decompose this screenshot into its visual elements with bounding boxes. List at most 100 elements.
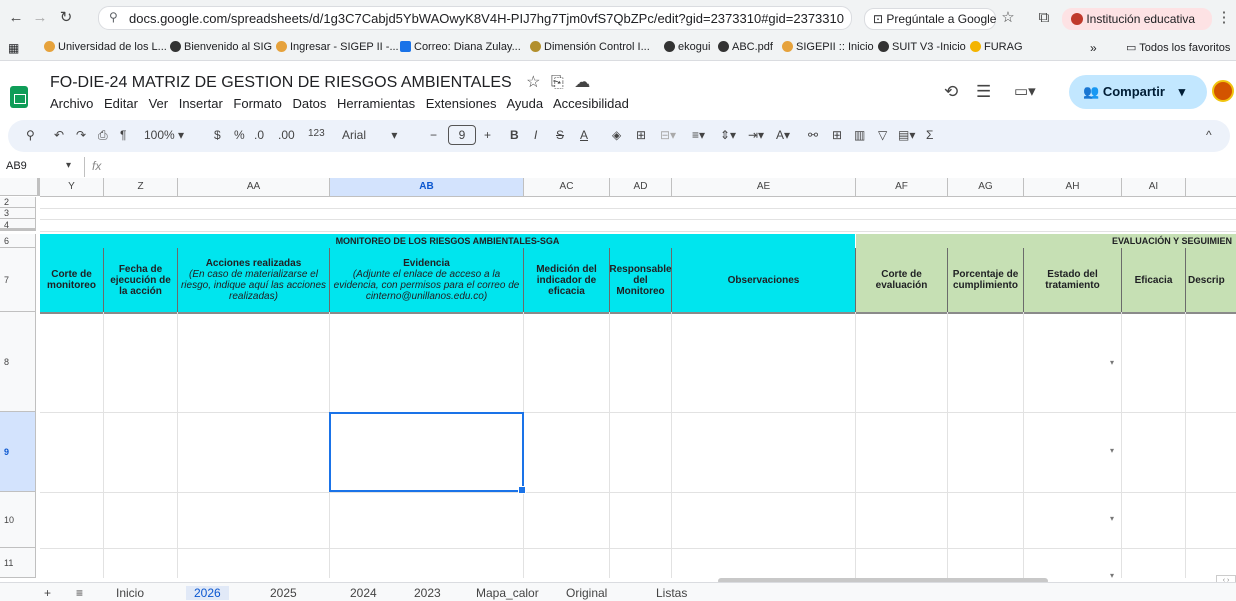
back-icon[interactable]: ← [6,8,26,28]
sheets-logo-icon[interactable] [10,86,28,108]
header-evidencia[interactable]: Evidencia (Adjunte el enlace de acceso a… [330,248,524,312]
column-header[interactable]: AG [948,178,1024,197]
bookmark-item[interactable]: FURAG [970,41,1023,53]
menu-formato[interactable]: Formato [233,96,281,111]
row-header[interactable]: 10 [0,492,36,548]
name-box[interactable]: AB9 [6,160,27,172]
menu-editar[interactable]: Editar [104,96,138,111]
profile-chip[interactable]: Institución educativa [1062,8,1212,30]
search-icon[interactable]: ⚲ [26,128,35,142]
bookmark-item[interactable]: ekogui [664,41,710,53]
bookmark-item[interactable]: Universidad de los L... [44,41,167,53]
menu-accesibilidad[interactable]: Accesibilidad [553,96,629,111]
sheet-tab[interactable]: Listas [656,586,687,600]
site-info-icon[interactable]: ⚲ [109,10,118,24]
header-fecha-ejecucion[interactable]: Fecha de ejecución de la acción [104,248,178,312]
column-header[interactable]: AD [610,178,672,197]
name-box-dropdown-icon[interactable]: ▾ [66,160,71,171]
increase-decimals-button[interactable]: .00 [278,128,295,142]
zoom-select[interactable]: 100% ▾ [144,128,184,142]
sheet-tab[interactable]: 2024 [350,586,377,600]
number-format-button[interactable]: 123 [308,128,325,139]
row-header[interactable]: 6 [0,234,36,248]
extensions-icon[interactable]: ⧉ [1034,8,1054,28]
row-header-selected[interactable]: 9 [0,412,36,492]
column-header[interactable]: AI [1122,178,1186,197]
more-bookmarks-icon[interactable]: » [1090,41,1097,55]
spreadsheet-grid[interactable]: Y Z AA AB AC AD AE AF AG AH AI 2 3 4 6 7… [0,178,1236,578]
column-header[interactable]: AC [524,178,610,197]
currency-format-button[interactable]: $ [214,128,221,142]
comments-icon[interactable]: ☰ [976,82,991,102]
text-wrap-icon[interactable]: ⇥▾ [748,128,764,142]
all-bookmarks-folder[interactable]: ▭ Todos los favoritos [1126,41,1230,54]
bookmark-item[interactable]: Bienvenido al SIG [170,41,272,53]
filter-views-icon[interactable]: ▤▾ [898,128,915,142]
text-rotation-icon[interactable]: A▾ [776,128,790,142]
ask-google-button[interactable]: ⊡ Pregúntale a Google [864,8,996,30]
menu-archivo[interactable]: Archivo [50,96,93,111]
row-header[interactable]: 11 [0,548,36,578]
fill-color-icon[interactable]: ◈ [612,128,621,142]
column-header-selected[interactable]: AB [330,178,524,197]
column-header[interactable]: Z [104,178,178,197]
bookmark-item[interactable]: ABC.pdf [718,41,773,53]
bookmark-item[interactable]: SUIT V3 -Inicio [878,41,966,53]
bookmark-star-icon[interactable]: ☆ [998,8,1018,28]
address-bar[interactable]: ⚲ docs.google.com/spreadsheets/d/1g3C7Ca… [98,6,852,30]
browser-menu-icon[interactable]: ⋮ [1214,8,1234,28]
borders-icon[interactable]: ⊞ [636,128,646,142]
header-corte-monitoreo[interactable]: Corte de monitoreo [40,248,104,312]
header-descripcion[interactable]: Descrip [1186,248,1236,312]
move-icon[interactable]: ⎘ [551,74,564,91]
column-header[interactable]: AE [672,178,856,197]
sheet-tab[interactable]: Mapa_calor [476,586,539,600]
collapse-toolbar-icon[interactable]: ^ [1206,128,1212,142]
header-corte-evaluacion[interactable]: Corte de evaluación [856,248,948,312]
document-title[interactable]: FO-DIE-24 MATRIZ DE GESTION DE RIESGOS A… [50,72,590,92]
select-all-corner[interactable] [0,178,40,196]
bookmark-item[interactable]: Dimensión Control I... [530,41,650,53]
menu-ver[interactable]: Ver [149,96,169,111]
italic-icon[interactable]: I [534,128,537,142]
dropdown-arrow-icon[interactable]: ▾ [1110,446,1114,455]
all-sheets-icon[interactable]: ≡ [76,586,83,600]
decrease-decimals-button[interactable]: .0 [254,128,264,142]
dropdown-arrow-icon[interactable]: ▾ [1110,358,1114,367]
merge-cells-icon[interactable]: ⊟▾ [660,128,676,142]
header-medicion-indicador[interactable]: Medición del indicador de eficacia [524,248,610,312]
row-header[interactable]: 4 [0,219,36,231]
bookmark-item[interactable]: Ingresar - SIGEP II -... [276,41,399,53]
selected-cell[interactable] [329,412,526,494]
bookmark-item[interactable]: Correo: Diana Zulay... [400,41,521,53]
evaluation-band[interactable]: EVALUACIÓN Y SEGUIMIEN [856,234,1236,248]
header-porcentaje-cumplimiento[interactable]: Porcentaje de cumplimiento [948,248,1024,312]
sheet-tab[interactable]: 2023 [414,586,441,600]
header-observaciones[interactable]: Observaciones [672,248,856,312]
column-header[interactable] [1186,178,1236,197]
undo-icon[interactable]: ↶ [54,128,64,142]
align-horizontal-icon[interactable]: ≡▾ [692,128,705,142]
paint-format-icon[interactable]: ¶ [120,128,126,142]
row-header[interactable]: 3 [0,208,36,219]
redo-icon[interactable]: ↷ [76,128,86,142]
apps-grid-icon[interactable]: ▦ [8,41,19,55]
header-acciones-realizadas[interactable]: Acciones realizadas (En caso de material… [178,248,330,312]
header-estado-tratamiento[interactable]: Estado del tratamiento [1024,248,1122,312]
comment-icon[interactable]: ⊞ [832,128,842,142]
column-header[interactable]: AH [1024,178,1122,197]
column-header[interactable]: AF [856,178,948,197]
strikethrough-icon[interactable]: S [556,128,564,142]
sheet-tab-active[interactable]: 2026 [186,586,229,600]
align-vertical-icon[interactable]: ⇕▾ [720,128,736,142]
dropdown-arrow-icon[interactable]: ▾ [1110,571,1114,578]
star-icon[interactable]: ☆ [526,74,540,91]
font-size-increase-button[interactable]: + [484,128,491,142]
dropdown-arrow-icon[interactable]: ▾ [1110,514,1114,523]
sheet-tab[interactable]: 2025 [270,586,297,600]
reload-icon[interactable]: ↻ [56,8,76,28]
menu-herramientas[interactable]: Herramientas [337,96,415,111]
row-header[interactable]: 8 [0,312,36,412]
row-header[interactable]: 7 [0,248,36,312]
monitoring-band[interactable]: MONITOREO DE LOS RIESGOS AMBIENTALES-SGA [40,234,855,248]
